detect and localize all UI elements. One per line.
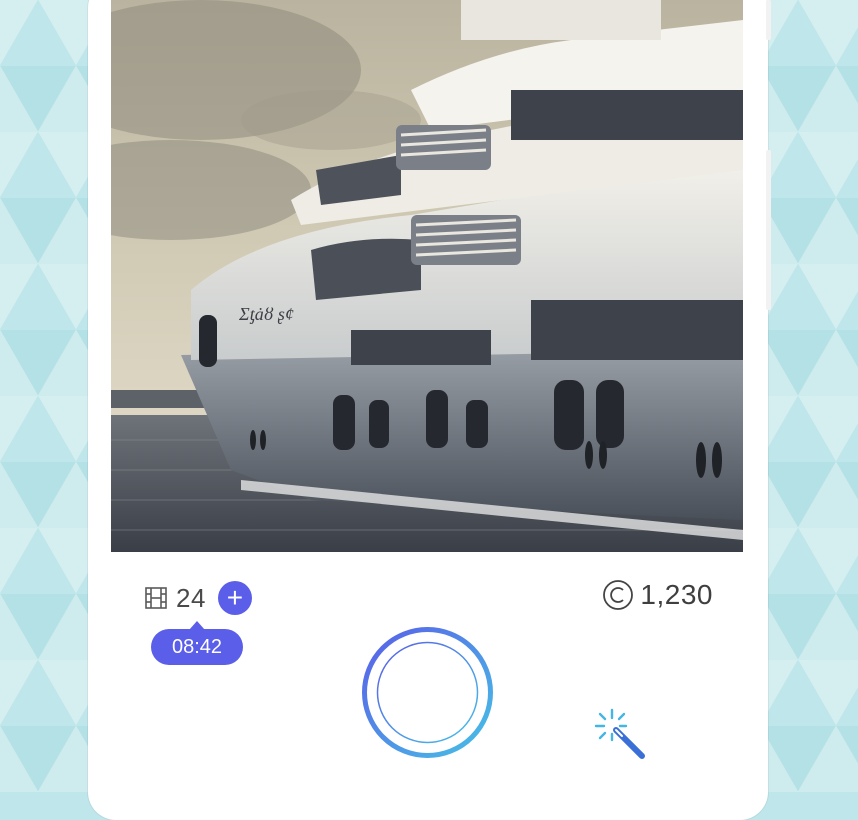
timer-badge: 08:42 [151,621,243,665]
phone-side-button-volume [766,150,771,310]
film-count: 24 [176,582,206,613]
coin-balance: 1,230 [602,579,713,611]
film-icon [145,587,167,609]
phone-side-button-top [766,0,771,40]
svg-text:Ʃƫȧȣ ʂȼ: Ʃƫȧȣ ʂȼ [238,304,294,324]
magic-wand-icon[interactable] [592,706,648,762]
yacht-photo-preview: Ʃƫȧȣ ʂȼ [111,0,743,552]
coin-count: 1,230 [640,579,713,610]
copyright-coin-icon [603,580,634,610]
shutter-button[interactable] [361,626,494,759]
film-counter: 24 + [144,581,252,615]
camera-screen: Ʃƫȧȣ ʂȼ 24 + 08:42 1,230 [111,0,743,792]
add-film-button[interactable]: + [217,581,252,615]
